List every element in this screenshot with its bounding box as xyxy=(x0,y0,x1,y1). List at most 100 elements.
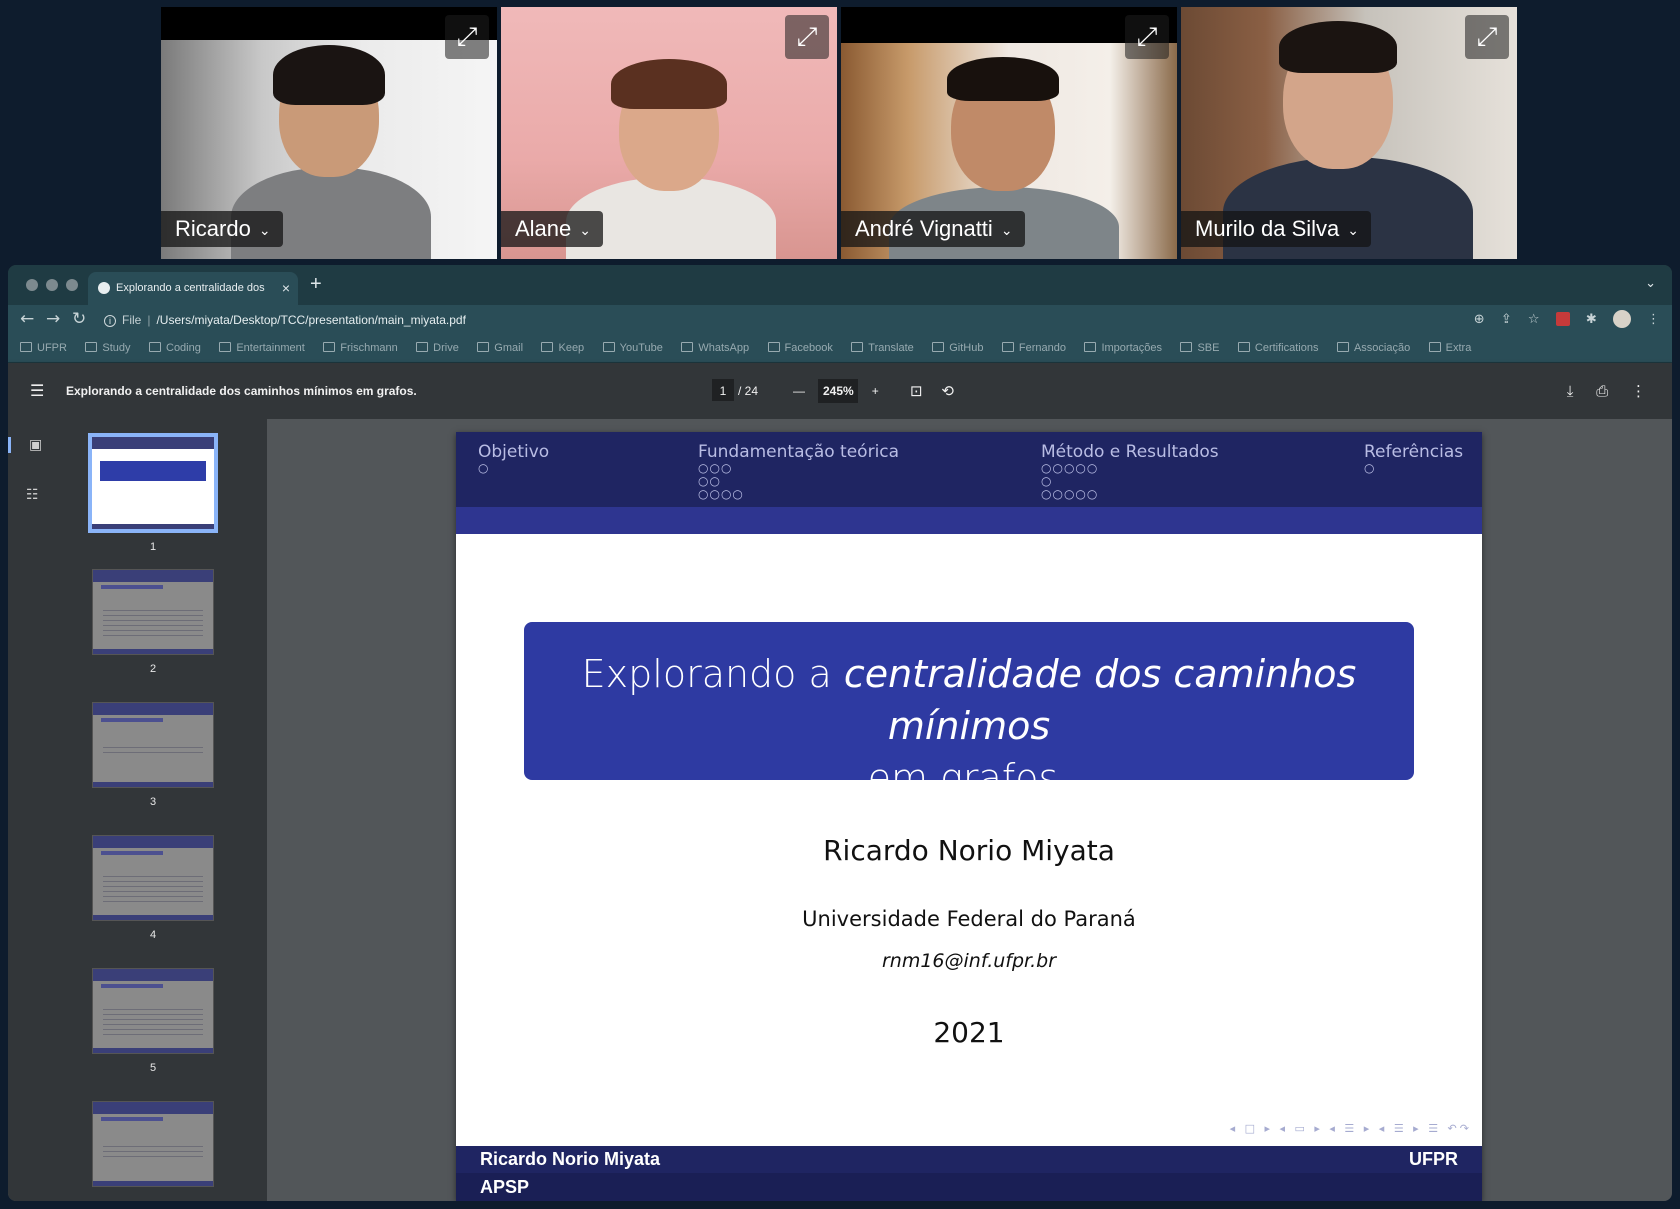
participant-name-tag[interactable]: Murilo da Silva ⌄ xyxy=(1181,211,1372,247)
thumbnail-number: 1 xyxy=(149,541,157,553)
thumbnails-view-icon[interactable]: ▣ xyxy=(8,437,42,453)
participant-name-tag[interactable]: Ricardo ⌄ xyxy=(161,211,283,247)
browser-tab[interactable]: Explorando a centralidade dos × xyxy=(88,272,298,305)
footer-author: Ricardo Norio Miyata xyxy=(480,1149,661,1169)
menu-icon[interactable]: ☰ xyxy=(30,381,44,400)
back-icon[interactable]: ← xyxy=(20,309,34,329)
zoom-level-input[interactable]: 245% xyxy=(818,379,859,403)
participant-name: André Vignatti xyxy=(855,216,993,241)
tab-search-icon[interactable]: ⌄ xyxy=(1645,275,1656,291)
pdf-toolbar: ☰ Explorando a centralidade dos caminhos… xyxy=(8,363,1672,419)
slide-header-strip xyxy=(456,507,1482,534)
expand-icon[interactable]: ⤢ xyxy=(1125,15,1169,59)
folder-icon xyxy=(1428,342,1441,352)
facebook-icon xyxy=(767,342,780,352)
section-metodo[interactable]: Método e Resultados ○○○○○ ○ ○○○○○ xyxy=(1041,442,1219,501)
bookmark-item[interactable]: Importações xyxy=(1084,335,1162,361)
participant-name: Alane xyxy=(515,216,572,241)
window-controls[interactable] xyxy=(26,278,86,296)
bookmark-item[interactable]: Fernando xyxy=(1001,335,1066,361)
section-fundamentacao[interactable]: Fundamentação teórica ○○○ ○○ ○○○○ xyxy=(698,442,899,501)
download-icon[interactable]: ⤓ xyxy=(1567,382,1574,400)
bookmark-item[interactable]: UFPR xyxy=(20,335,67,361)
pdf-actions: ⤓ ⎙ ⋮ xyxy=(1549,379,1646,403)
thumbnail-page-1[interactable]: 1 xyxy=(88,433,222,553)
browser-window: Explorando a centralidade dos × + ⌄ ← → … xyxy=(8,265,1672,1201)
thumbnail-page-3[interactable]: 3 xyxy=(92,702,222,808)
zoom-icon[interactable]: ⊕ xyxy=(1474,312,1485,327)
new-tab-button[interactable]: + xyxy=(310,273,322,296)
zoom-out-icon[interactable]: — xyxy=(793,379,805,403)
bookmark-item[interactable]: Drive xyxy=(416,335,459,361)
participant-name: Ricardo xyxy=(175,216,251,241)
bookmark-item[interactable]: Gmail xyxy=(477,335,523,361)
site-icon xyxy=(323,342,336,352)
globe-icon xyxy=(98,282,110,294)
slide-footer-top: Ricardo Norio Miyata UFPR xyxy=(456,1146,1482,1173)
bookmark-item[interactable]: Study xyxy=(85,335,131,361)
video-tile-andre[interactable]: ⤢ André Vignatti ⌄ xyxy=(841,7,1177,259)
bookmark-item[interactable]: SBE xyxy=(1180,335,1219,361)
fit-to-page-icon[interactable]: ⊡ xyxy=(910,382,923,400)
bookmark-item[interactable]: Entertainment xyxy=(219,335,305,361)
bookmark-item[interactable]: Extra xyxy=(1428,335,1471,361)
bookmark-item[interactable]: Frischmann xyxy=(323,335,398,361)
bookmark-item[interactable]: YouTube xyxy=(602,335,663,361)
participant-name-tag[interactable]: Alane ⌄ xyxy=(501,211,604,247)
more-options-icon[interactable]: ⋮ xyxy=(1631,382,1646,400)
page-number-input[interactable]: 1 xyxy=(712,379,734,401)
expand-icon[interactable]: ⤢ xyxy=(785,15,829,59)
reload-icon[interactable]: ↻ xyxy=(72,309,86,329)
chevron-down-icon: ⌄ xyxy=(1000,222,1013,239)
footer-short-title: APSP xyxy=(480,1177,530,1197)
section-objetivo[interactable]: Objetivo ○ xyxy=(478,442,549,475)
video-tile-murilo[interactable]: ⤢ Murilo da Silva ⌄ xyxy=(1181,7,1517,259)
expand-icon[interactable]: ⤢ xyxy=(1465,15,1509,59)
video-tile-ricardo[interactable]: ⤢ Ricardo ⌄ xyxy=(161,7,497,259)
gitlab-icon xyxy=(1001,342,1014,352)
toolbar-actions: ⊕ ⇪ ☆ ✱ ⋮ xyxy=(1462,310,1660,328)
rotate-icon[interactable]: ⟲ xyxy=(941,382,954,400)
expand-icon[interactable]: ⤢ xyxy=(445,15,489,59)
bookmark-item[interactable]: Coding xyxy=(149,335,201,361)
participant-name-tag[interactable]: André Vignatti ⌄ xyxy=(841,211,1025,247)
bookmark-item[interactable]: WhatsApp xyxy=(681,335,749,361)
page-total: / 24 xyxy=(738,384,759,398)
bookmark-item[interactable]: GitHub xyxy=(932,335,983,361)
beamer-navigation-symbols[interactable]: ◂ □ ▸ ◂ ▭ ▸ ◂ ☰ ▸ ◂ ☰ ▸ ☰ ↶↷ xyxy=(1230,1122,1472,1135)
thumbnail-sidebar: ▣ ☷ 1 2 3 4 5 xyxy=(8,419,267,1201)
extensions-puzzle-icon[interactable]: ✱ xyxy=(1586,312,1597,327)
more-menu-icon[interactable]: ⋮ xyxy=(1647,312,1660,327)
bookmark-item[interactable]: Translate xyxy=(851,335,914,361)
forward-icon[interactable]: → xyxy=(46,309,60,329)
print-icon[interactable]: ⎙ xyxy=(1596,382,1608,400)
address-bar[interactable]: i File | /Users/miyata/Desktop/TCC/presenta… xyxy=(104,308,1634,332)
video-tile-alane[interactable]: ⤢ Alane ⌄ xyxy=(501,7,837,259)
bookmark-item[interactable]: Facebook xyxy=(767,335,833,361)
site-icon xyxy=(1336,342,1349,352)
outline-view-icon[interactable]: ☷ xyxy=(26,487,39,503)
close-tab-icon[interactable]: × xyxy=(282,272,290,305)
share-icon[interactable]: ⇪ xyxy=(1501,312,1512,327)
keep-icon xyxy=(541,342,554,352)
bookmark-item[interactable]: Associação xyxy=(1336,335,1410,361)
bookmark-item[interactable]: Certifications xyxy=(1237,335,1318,361)
profile-avatar[interactable] xyxy=(1612,310,1631,328)
chevron-down-icon: ⌄ xyxy=(258,222,271,239)
thumbnail-page-6[interactable] xyxy=(92,1101,222,1187)
thumbnail-page-4[interactable]: 4 xyxy=(92,835,222,941)
bookmark-item[interactable]: Keep xyxy=(541,335,584,361)
maximize-window-button[interactable] xyxy=(66,279,78,291)
info-icon[interactable]: i xyxy=(104,315,116,327)
close-window-button[interactable] xyxy=(26,279,38,291)
pdf-page-slide: Objetivo ○ Fundamentação teórica ○○○ ○○ … xyxy=(456,432,1482,1201)
thumbnail-page-5[interactable]: 5 xyxy=(92,968,222,1074)
thumbnail-image xyxy=(92,968,214,1054)
minimize-window-button[interactable] xyxy=(46,279,58,291)
section-referencias[interactable]: Referências ○ xyxy=(1364,442,1463,475)
bookmark-star-icon[interactable]: ☆ xyxy=(1528,312,1540,327)
thumbnail-page-2[interactable]: 2 xyxy=(92,569,222,675)
github-icon xyxy=(932,342,945,352)
zoom-in-icon[interactable]: + xyxy=(872,379,879,403)
extension-icon[interactable] xyxy=(1555,312,1570,326)
